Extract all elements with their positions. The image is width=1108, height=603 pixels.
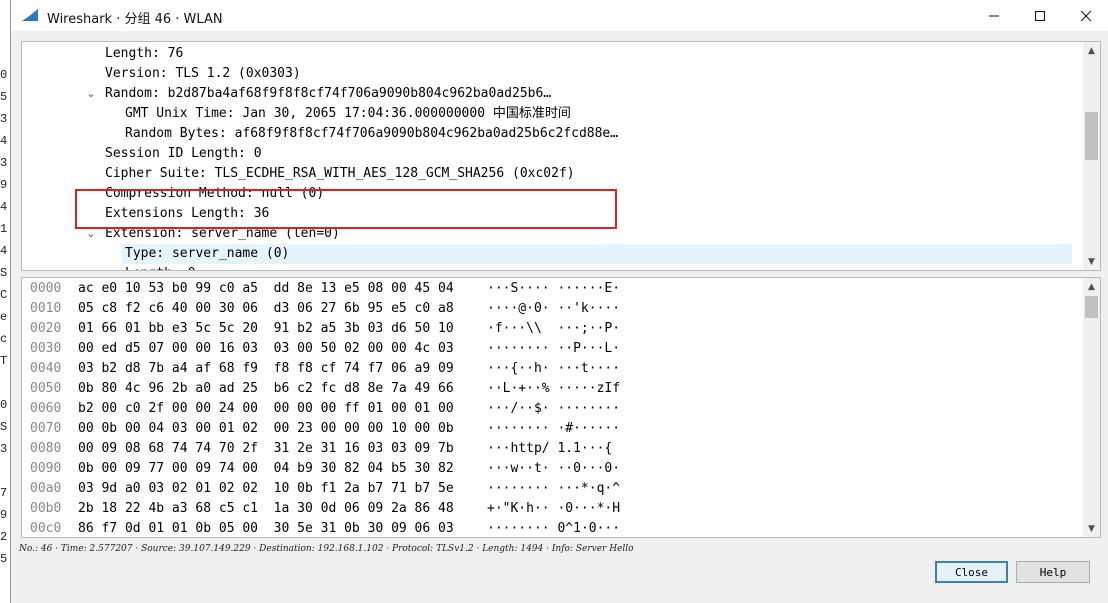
hex-offset: 00a0 — [30, 481, 62, 496]
hex-bytes: 01 66 01 bb e3 5c 5c 20 91 b2 a5 3b 03 d… — [78, 321, 454, 336]
expand-chevron-icon[interactable]: ⌄ — [85, 84, 97, 104]
hex-ascii: ···http/ 1.1···{ — [487, 441, 613, 456]
hex-offset: 0030 — [30, 341, 62, 356]
hex-bytes: b2 00 c0 2f 00 00 24 00 00 00 00 ff 01 0… — [78, 401, 454, 416]
close-button[interactable]: Close — [935, 561, 1008, 583]
tree-item[interactable]: Version: TLS 1.2 (0x0303) — [105, 64, 301, 84]
tree-item[interactable]: Random: b2d87ba4af68f9f8f8cf74f706a9090b… — [105, 84, 551, 104]
hex-offset: 0050 — [30, 381, 62, 396]
scroll-thumb[interactable] — [1085, 296, 1098, 318]
tree-item[interactable]: Cipher Suite: TLS_ECDHE_RSA_WITH_AES_128… — [105, 164, 575, 184]
minimize-icon — [989, 15, 999, 16]
hex-bytes: 00 ed d5 07 00 00 16 03 03 00 50 02 00 0… — [78, 341, 454, 356]
hex-row[interactable]: 0080 00 09 08 68 74 74 70 2f 31 2e 31 16 … — [22, 439, 1072, 459]
tree-item[interactable]: GMT Unix Time: Jan 30, 2065 17:04:36.000… — [125, 104, 571, 124]
hex-ascii: ····@·0· ··'k···· — [487, 301, 621, 316]
window-title: Wireshark · 分组 46 · WLAN — [47, 12, 223, 27]
tree-item[interactable]: Length: 76 — [105, 44, 183, 64]
scroll-up-icon[interactable]: ▲ — [1083, 278, 1100, 295]
hex-row[interactable]: 00a0 03 9d a0 03 02 01 02 02 10 0b f1 2a … — [22, 479, 1072, 499]
hex-bytes: 86 f7 0d 01 01 0b 05 00 30 5e 31 0b 30 0… — [78, 521, 454, 536]
hex-offset: 0090 — [30, 461, 62, 476]
hex-ascii: ········ ·#······ — [487, 421, 621, 436]
packet-dialog: Wireshark · 分组 46 · WLAN Length: 76 Versi… — [10, 0, 1108, 603]
hex-row[interactable]: 0030 00 ed d5 07 00 00 16 03 03 00 50 02 … — [22, 339, 1072, 359]
tree-item[interactable]: Session ID Length: 0 — [105, 144, 262, 164]
hex-offset: 0070 — [30, 421, 62, 436]
hex-row[interactable]: 0090 0b 00 09 77 00 09 74 00 04 b9 30 82 … — [22, 459, 1072, 479]
packet-bytes-pane[interactable]: 0000 ac e0 10 53 b0 99 c0 a5 dd 8e 13 e5 … — [21, 277, 1101, 538]
hex-row[interactable]: 0060 b2 00 c0 2f 00 00 24 00 00 00 00 ff … — [22, 399, 1072, 419]
hex-ascii: ···/··$· ········ — [487, 401, 621, 416]
hex-ascii: ···w··t· ··0···0· — [487, 461, 621, 476]
tree-item[interactable]: Type: server_name (0) — [125, 244, 289, 264]
hex-row[interactable]: 0040 03 b2 d8 7b a4 af 68 f9 f8 f8 cf 74 … — [22, 359, 1072, 379]
hex-ascii: ···S···· ······E· — [487, 281, 621, 296]
hex-ascii: ··L·+··% ·····zIf — [487, 381, 621, 396]
hex-bytes: 00 0b 00 04 03 00 01 02 00 23 00 00 00 1… — [78, 421, 454, 436]
hex-ascii: +·"K·h·· ·0···*·H — [487, 501, 621, 516]
close-icon — [1080, 10, 1092, 21]
red-highlight-box — [75, 189, 617, 229]
hex-bytes: 0b 00 09 77 00 09 74 00 04 b9 30 82 04 b… — [78, 461, 454, 476]
hex-row[interactable]: 0020 01 66 01 bb e3 5c 5c 20 91 b2 a5 3b … — [22, 319, 1072, 339]
tree-item[interactable]: Length: 0 — [125, 264, 195, 270]
hex-row[interactable]: 00b0 2b 18 22 4b a3 68 c5 c1 1a 30 0d 06 … — [22, 499, 1072, 519]
hex-offset: 0060 — [30, 401, 62, 416]
hex-offset: 00c0 — [30, 521, 62, 536]
hex-offset: 0020 — [30, 321, 62, 336]
packet-details-tree[interactable]: Length: 76 Version: TLS 1.2 (0x0303) ⌄ Rand… — [21, 41, 1101, 271]
hex-offset: 00b0 — [30, 501, 62, 516]
help-button[interactable]: Help — [1016, 561, 1090, 583]
hex-bytes: ac e0 10 53 b0 99 c0 a5 dd 8e 13 e5 08 0… — [78, 281, 454, 296]
scroll-thumb[interactable] — [1085, 112, 1098, 160]
hex-row[interactable]: 00c0 86 f7 0d 01 01 0b 05 00 30 5e 31 0b … — [22, 519, 1072, 537]
minimize-button[interactable] — [971, 0, 1017, 31]
scroll-down-icon[interactable]: ▼ — [1083, 253, 1100, 270]
hex-offset: 0040 — [30, 361, 62, 376]
hex-ascii: ········ 0^1·0··· — [487, 521, 621, 536]
hex-offset: 0010 — [30, 301, 62, 316]
hex-bytes: 2b 18 22 4b a3 68 c5 c1 1a 30 0d 06 09 2… — [78, 501, 454, 516]
maximize-button[interactable] — [1017, 0, 1063, 31]
wireshark-fin-icon — [22, 9, 38, 21]
hex-bytes: 05 c8 f2 c6 40 00 30 06 d3 06 27 6b 95 e… — [78, 301, 454, 316]
hex-bytes: 03 9d a0 03 02 01 02 02 10 0b f1 2a b7 7… — [78, 481, 454, 496]
maximize-icon — [1035, 10, 1045, 21]
scroll-down-icon[interactable]: ▼ — [1083, 520, 1100, 537]
scroll-up-icon[interactable]: ▲ — [1083, 42, 1100, 59]
hex-row[interactable]: 0010 05 c8 f2 c6 40 00 30 06 d3 06 27 6b … — [22, 299, 1072, 319]
bytes-scrollbar[interactable]: ▲ ▼ — [1083, 278, 1100, 537]
hex-offset: 0080 — [30, 441, 62, 456]
hex-bytes: 03 b2 d8 7b a4 af 68 f9 f8 f8 cf 74 f7 0… — [78, 361, 454, 376]
tree-scrollbar[interactable]: ▲ ▼ — [1083, 42, 1100, 270]
hex-row[interactable]: 0070 00 0b 00 04 03 00 01 02 00 23 00 00 … — [22, 419, 1072, 439]
hex-row[interactable]: 0000 ac e0 10 53 b0 99 c0 a5 dd 8e 13 e5 … — [22, 279, 1072, 299]
close-window-button[interactable] — [1063, 0, 1108, 31]
hex-offset: 0000 — [30, 281, 62, 296]
tree-item[interactable]: Random Bytes: af68f9f8f8cf74f706a9090b80… — [125, 124, 618, 144]
hex-ascii: ···{··h· ···t···· — [487, 361, 621, 376]
hex-bytes: 0b 80 4c 96 2b a0 ad 25 b6 c2 fc d8 8e 7… — [78, 381, 454, 396]
hex-row[interactable]: 0050 0b 80 4c 96 2b a0 ad 25 b6 c2 fc d8 … — [22, 379, 1072, 399]
hex-ascii: ········ ··P···L· — [487, 341, 621, 356]
title-bar: Wireshark · 分组 46 · WLAN — [11, 0, 1108, 31]
packet-summary: No.: 46 · Time: 2.577207 · Source: 39.10… — [19, 544, 634, 554]
hex-ascii: ········ ···*·q·^ — [487, 481, 621, 496]
hex-bytes: 00 09 08 68 74 74 70 2f 31 2e 31 16 03 0… — [78, 441, 454, 456]
hex-ascii: ·f···\\ ···;··P· — [487, 321, 621, 336]
